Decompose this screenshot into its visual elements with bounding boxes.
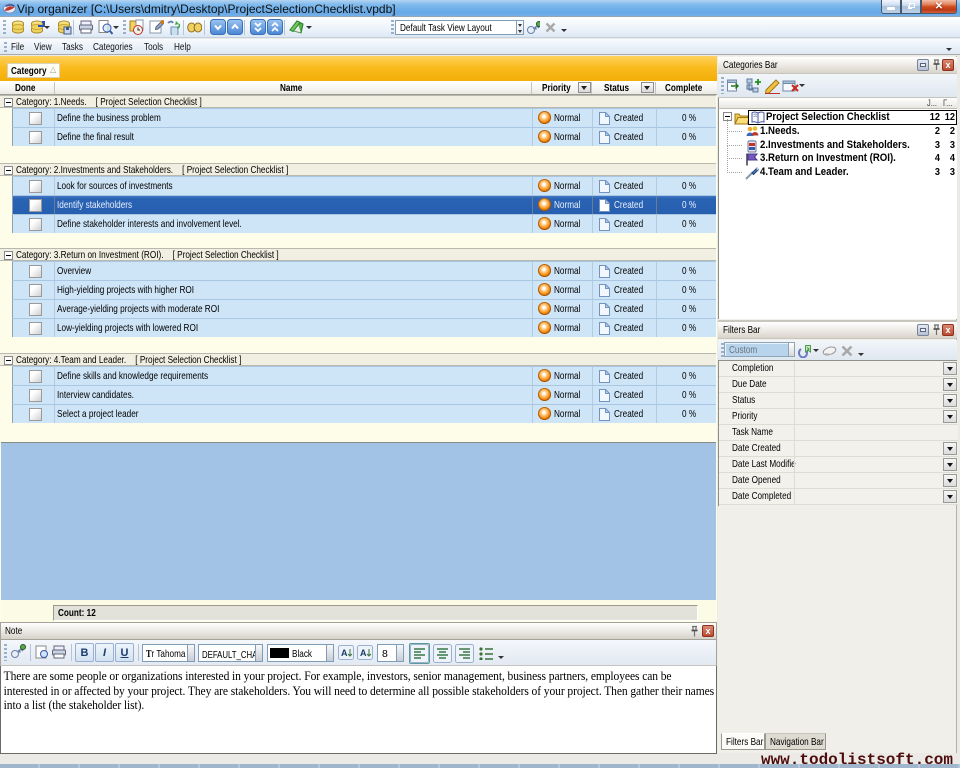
svg-text:A: A: [360, 648, 367, 658]
svg-text:A: A: [341, 648, 348, 658]
